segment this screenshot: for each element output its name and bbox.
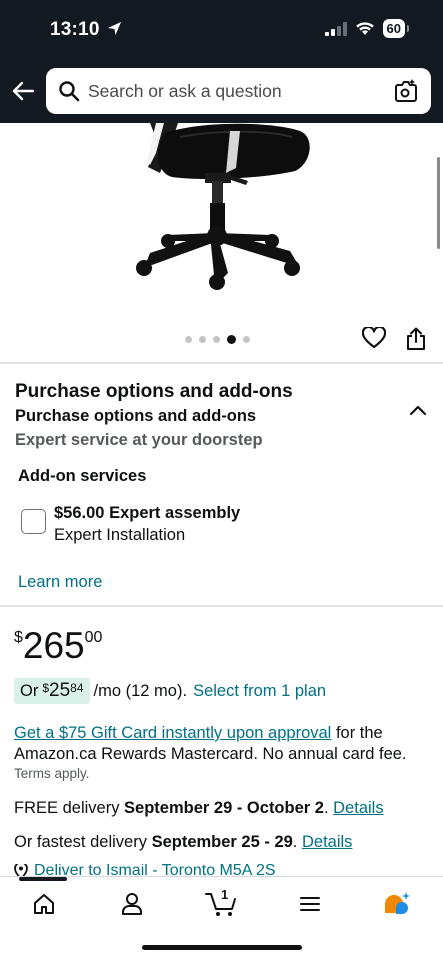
plan-term: /mo (12 mo). xyxy=(93,681,188,700)
addon-name: Expert Installation xyxy=(54,526,186,544)
plan-currency: $ xyxy=(42,681,50,695)
free-delivery-prefix: FREE delivery xyxy=(14,799,120,817)
purchase-options-subtitle[interactable]: Purchase options and add-ons xyxy=(15,407,256,426)
monthly-plan-row: Or $ 25 84 /mo (12 mo). Select from 1 pl… xyxy=(14,676,326,706)
addon-name-bold: Expert assembly xyxy=(109,504,241,522)
expert-assembly-checkbox[interactable] xyxy=(21,509,46,534)
free-delivery-suffix: . xyxy=(323,799,329,817)
rufus-assistant-icon xyxy=(385,892,410,914)
price-currency: $ xyxy=(14,629,23,646)
gift-card-link[interactable]: Get a $75 Gift Card instantly upon appro… xyxy=(14,724,331,742)
pagination-dot xyxy=(213,336,220,343)
purchase-options-title: Purchase options and add-ons xyxy=(15,381,293,402)
pagination-dot xyxy=(243,336,250,343)
select-plan-link[interactable]: Select from 1 plan xyxy=(193,682,326,701)
free-delivery-dates: September 29 - October 2 xyxy=(124,799,324,817)
search-icon xyxy=(59,81,80,102)
gift-card-offer: Get a $75 Gift Card instantly upon appro… xyxy=(14,723,424,765)
chevron-up-icon[interactable] xyxy=(408,404,428,418)
free-delivery-row: FREE delivery September 29 - October 2. … xyxy=(14,799,384,818)
fast-delivery-prefix: Or fastest delivery xyxy=(14,833,147,851)
product-price: $ 265 00 xyxy=(14,626,102,666)
section-divider xyxy=(0,605,443,607)
search-input[interactable]: Search or ask a question xyxy=(88,81,393,102)
plan-prefix: Or xyxy=(20,682,39,700)
app-header: 13:10 60 Search or ask a question xyxy=(0,0,443,123)
plan-whole: 25 xyxy=(49,680,71,701)
purchase-options-description: Expert service at your doorstep xyxy=(15,431,263,449)
fastest-delivery-row: Or fastest delivery September 25 - 29. D… xyxy=(14,833,352,852)
tab-menu[interactable] xyxy=(290,889,330,919)
pagination-dot-active xyxy=(227,335,236,344)
learn-more-link[interactable]: Learn more xyxy=(18,573,102,592)
heart-icon[interactable] xyxy=(362,327,386,349)
tab-account[interactable] xyxy=(112,889,152,919)
section-divider xyxy=(0,362,443,364)
fast-delivery-details-link[interactable]: Details xyxy=(302,833,352,851)
cart-count-badge: 1 xyxy=(221,887,229,902)
plan-fraction: 84 xyxy=(70,681,84,695)
tab-rufus[interactable] xyxy=(377,889,417,919)
back-button[interactable] xyxy=(10,78,36,104)
search-bar[interactable]: Search or ask a question xyxy=(46,68,431,114)
status-time-text: 13:10 xyxy=(50,19,100,40)
wifi-icon xyxy=(355,22,374,35)
fast-delivery-dates: September 25 - 29 xyxy=(151,833,293,851)
terms-apply: Terms apply. xyxy=(14,766,90,781)
price-whole: 265 xyxy=(22,625,85,666)
pagination-dot xyxy=(185,336,192,343)
pagination-dot xyxy=(199,336,206,343)
back-arrow-icon xyxy=(12,81,35,101)
free-delivery-details-link[interactable]: Details xyxy=(333,799,383,817)
location-arrow-icon xyxy=(108,21,122,36)
status-indicators: 60 xyxy=(324,19,410,38)
tab-home[interactable] xyxy=(24,889,64,919)
person-icon xyxy=(122,893,142,915)
image-pagination xyxy=(185,335,250,344)
price-fraction: 00 xyxy=(84,629,103,646)
menu-icon xyxy=(300,897,320,911)
home-icon xyxy=(34,894,54,914)
home-indicator xyxy=(142,945,302,950)
tab-cart[interactable]: 1 xyxy=(201,887,241,919)
addon-title[interactable]: $56.00 Expert assembly xyxy=(54,504,240,523)
monthly-price-badge: Or $ 25 84 xyxy=(14,678,90,704)
addon-services-heading: Add-on services xyxy=(18,467,147,485)
active-tab-indicator xyxy=(19,877,67,881)
addon-price: $56.00 xyxy=(54,504,105,522)
fast-delivery-suffix: . xyxy=(292,833,298,851)
camera-search-icon[interactable] xyxy=(393,78,419,104)
image-scrollbar[interactable] xyxy=(437,157,440,249)
signal-icon xyxy=(324,21,347,36)
status-time: 13:10 xyxy=(50,19,122,41)
share-icon[interactable] xyxy=(405,327,427,351)
battery-indicator: 60 xyxy=(382,19,410,38)
